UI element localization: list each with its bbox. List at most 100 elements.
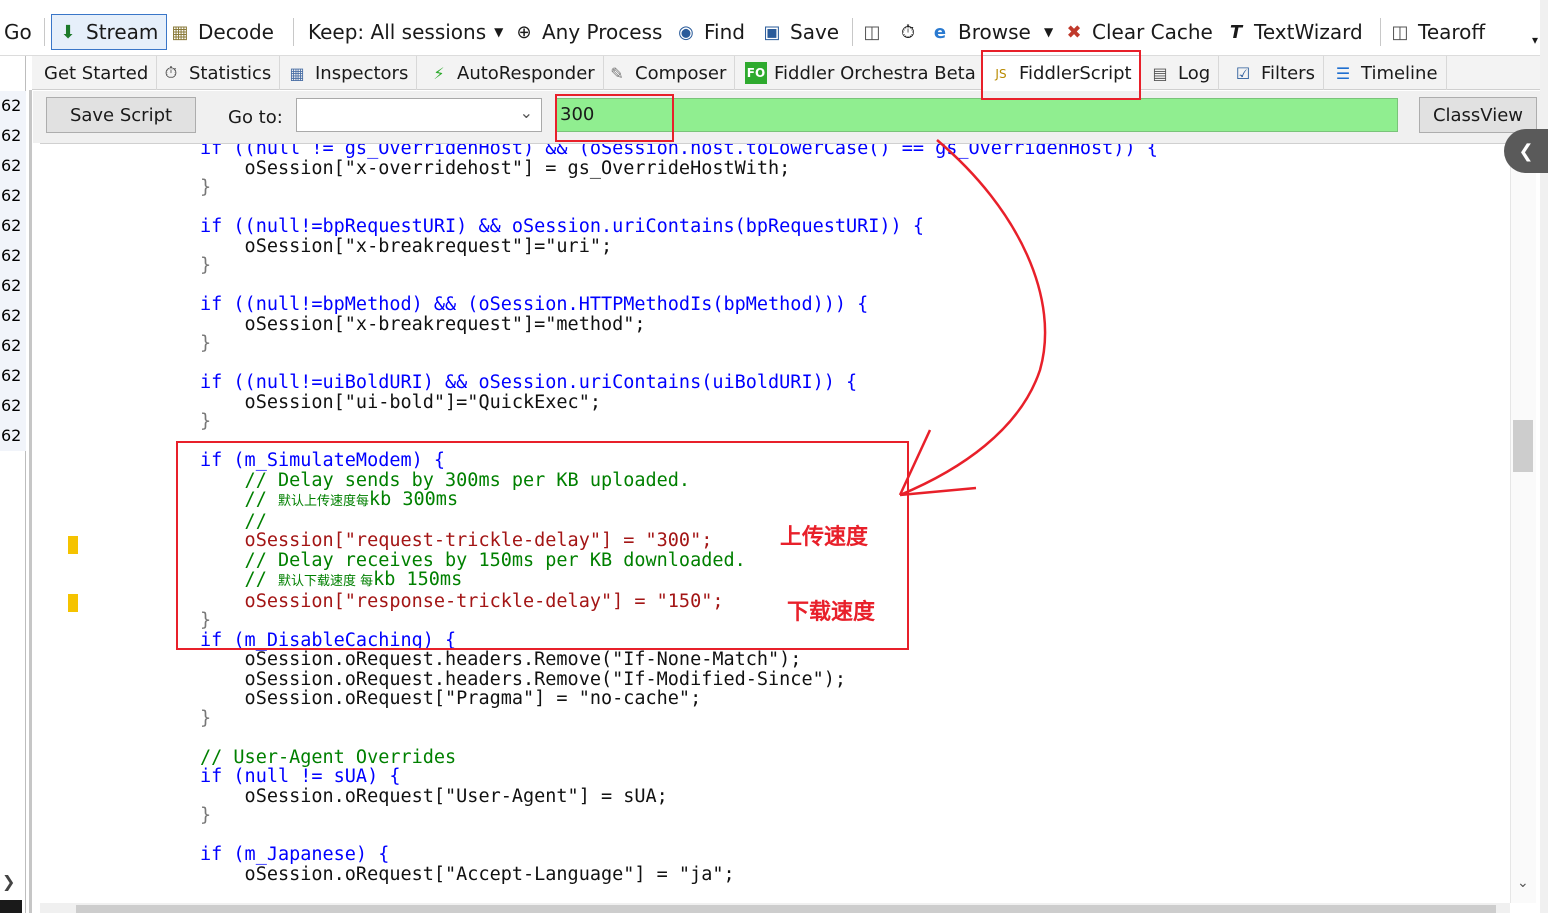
timer-button[interactable]: ⏱ [896,14,926,50]
goto-select[interactable]: ⌄ [296,98,542,132]
code-line: if ((null != gs_OverridenHost) && (oSess… [200,143,1158,159]
find-label: Find [704,20,745,44]
tab-label: Filters [1261,62,1315,84]
session-number[interactable]: 62 [0,121,26,151]
tab-label: Statistics [189,62,272,84]
horizontal-scrollbar[interactable] [40,903,1510,913]
code-line: // User-Agent Overrides [200,746,457,768]
tearoff-button[interactable]: ◫ Tearoff [1388,14,1485,50]
tab-label: Fiddler Orchestra Beta [774,62,976,84]
tearoff-icon: ◫ [1391,21,1409,43]
session-number[interactable]: 62 [0,421,26,451]
goto-label: Go to: [228,107,283,128]
code-line: } [200,333,212,354]
textwizard-icon: T [1229,21,1243,43]
tab-autoresponder[interactable]: ⚡ AutoResponder [420,56,604,90]
session-number[interactable]: 62 [0,151,26,181]
tab-get-started[interactable]: Get Started [36,56,158,90]
find-button[interactable]: ◉ Find [674,14,745,50]
lightning-icon: ⚡ [433,63,445,83]
change-marker [68,594,78,612]
tab-composer[interactable]: ✎ Composer [598,56,736,90]
inspectors-icon: ▦ [289,63,305,83]
collapse-panel-icon[interactable]: ❮ [1504,129,1548,173]
classview-button[interactable]: ClassView [1419,97,1537,133]
stopwatch-icon: ⏱ [900,21,916,43]
log-document-icon: ▤ [1152,63,1168,83]
chevron-right-icon[interactable]: ❯ [2,872,15,891]
stopwatch-icon: ⏱ [164,63,178,82]
textwizard-button[interactable]: T TextWizard [1224,14,1363,50]
code-line: oSession.oRequest["Accept-Language"] = "… [200,863,735,885]
save-script-button[interactable]: Save Script [46,97,196,133]
decode-button[interactable]: ▦ Decode [168,14,274,50]
code-line: } [200,411,212,432]
binoculars-icon: ◉ [678,21,694,43]
vertical-scrollbar[interactable]: ⌄ [1510,143,1536,903]
tab-log[interactable]: ▤ Log [1141,56,1220,90]
browse-button[interactable]: e Browse [928,14,1031,50]
screenshot-button[interactable]: ◫ [860,14,890,50]
code-line: if ((null!=bpMethod) && (oSession.HTTPMe… [200,294,869,315]
code-line: if (null != sUA) { [200,766,401,787]
session-number[interactable]: 62 [0,91,26,121]
save-button[interactable]: ▣ Save [760,14,839,50]
left-dark-bar [0,900,22,913]
tearoff-label: Tearoff [1418,20,1486,44]
toolbar-separator [293,18,294,46]
chevron-down-icon[interactable]: ⌄ [1517,875,1529,891]
any-process-button[interactable]: ⊕ Any Process [512,14,662,50]
clear-cache-button[interactable]: ✖ Clear Cache [1062,14,1212,50]
session-number[interactable]: 62 [0,361,26,391]
decode-grid-icon: ▦ [171,21,189,43]
tab-label: Inspectors [315,62,409,84]
session-number[interactable]: 62 [0,331,26,361]
session-number[interactable]: 62 [0,391,26,421]
code-line: if ((null!=uiBoldURI) && oSession.uriCon… [200,372,858,393]
session-number[interactable]: 62 [0,241,26,271]
orchestra-fo-icon: FO [745,62,767,84]
tab-label: Log [1178,62,1211,84]
scrollbar-thumb[interactable] [1513,420,1533,472]
scrollbar-thumb[interactable] [76,905,1496,913]
timeline-bars-icon: ☰ [1335,63,1351,83]
find-input[interactable]: 300 [555,98,1398,132]
tab-fiddler-orchestra[interactable]: FO Fiddler Orchestra Beta [737,56,985,90]
session-number[interactable]: 62 [0,301,26,331]
keep-label: Keep: All sessions [308,20,487,44]
code-line: if ((null!=bpRequestURI) && oSession.uri… [200,216,924,237]
session-number[interactable]: 62 [0,181,26,211]
code-line: oSession["ui-bold"]="QuickExec"; [200,391,601,413]
toolbar-separator [852,18,853,46]
go-button[interactable]: Go [4,14,32,50]
stream-button[interactable]: ⬇ Stream [51,14,168,50]
tab-label: Composer [635,62,727,84]
browse-dropdown[interactable]: ▼ [1044,14,1053,50]
tab-statistics[interactable]: ⏱ Statistics [152,56,281,90]
browse-label: Browse [958,20,1031,44]
toolbar-separator [44,18,45,46]
tab-timeline[interactable]: ☰ Timeline [1324,56,1447,90]
session-number[interactable]: 62 [0,271,26,301]
tab-filters[interactable]: ☑ Filters [1224,56,1324,90]
code-line: oSession.oRequest.headers.Remove("If-Non… [200,649,802,670]
highlight-fiddlerscript-tab [981,50,1141,100]
textwizard-label: TextWizard [1254,20,1363,44]
code-line: if (m_Japanese) { [200,844,390,865]
tab-inspectors[interactable]: ▦ Inspectors [278,56,418,90]
splitter[interactable] [29,90,32,913]
decode-label: Decode [198,20,274,44]
code-line: oSession["x-breakrequest"]="method"; [200,313,646,335]
any-process-label: Any Process [542,20,663,44]
keep-sessions-dropdown[interactable]: Keep: All sessions ▼ [308,14,503,50]
code-line: } [200,255,212,276]
toolbar-separator [1380,18,1381,46]
toolbar-overflow-icon[interactable]: ▾ [1532,22,1538,58]
crosshair-icon: ⊕ [516,21,532,43]
session-number[interactable]: 62 [0,211,26,241]
save-label: Save [790,20,840,44]
code-line: oSession.oRequest["User-Agent"] = sUA; [200,785,668,807]
